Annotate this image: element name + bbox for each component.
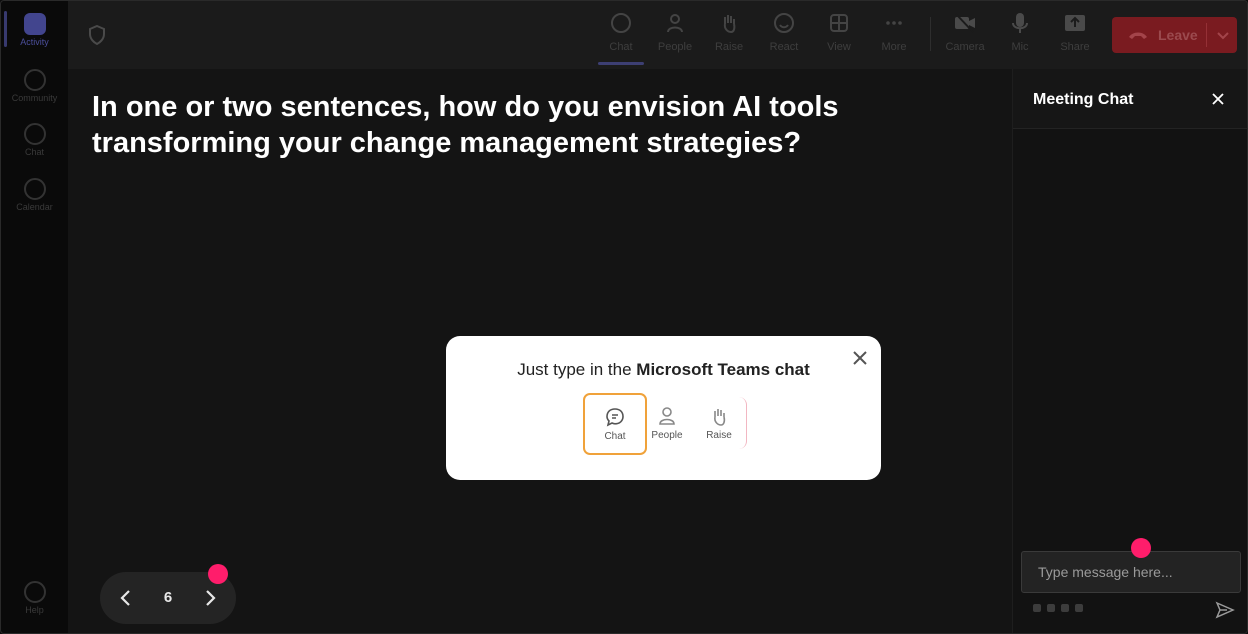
toolbar-divider — [930, 17, 931, 51]
toolbar-label: Camera — [945, 41, 985, 53]
person-icon — [663, 11, 687, 35]
toolbar-raise-button[interactable]: Raise — [704, 11, 754, 61]
rail-item-chat[interactable]: Chat — [1, 123, 68, 157]
toolbar-label: People — [657, 41, 693, 53]
meeting-chat-panel: Meeting Chat Type message here... — [1012, 69, 1247, 633]
hand-icon — [708, 405, 730, 427]
toolbar-label: View — [827, 41, 851, 53]
chat-hint-popup: Just type in the Microsoft Teams chat Ch… — [446, 336, 881, 480]
popup-chat-item: Chat — [583, 393, 647, 455]
popup-item-label: Raise — [706, 430, 732, 441]
toolbar-label: React — [769, 41, 799, 53]
rail-item-label: Calendar — [16, 202, 53, 212]
chat-format-tools — [1033, 604, 1083, 612]
rail-item-community[interactable]: Community — [1, 69, 68, 103]
toolbar-label: Chat — [609, 41, 633, 53]
toolbar-chat-button[interactable]: Chat — [596, 11, 646, 61]
popup-message: Just type in the Microsoft Teams chat — [446, 360, 881, 380]
toolbar-more-button[interactable]: More — [869, 11, 919, 61]
toolbar-react-button[interactable]: React — [759, 11, 809, 61]
toolbar-label: Mic — [1011, 41, 1029, 53]
slide-question: In one or two sentences, how do you envi… — [92, 91, 839, 159]
attach-icon[interactable] — [1047, 604, 1055, 612]
shield-icon[interactable] — [88, 25, 106, 45]
cursor-marker — [1131, 538, 1151, 558]
toolbar-people-button[interactable]: People — [650, 11, 700, 61]
popup-toolbar-preview: Chat People Raise — [583, 393, 747, 455]
chat-bubble-icon — [604, 406, 626, 428]
calendar-icon — [23, 178, 46, 200]
rail-item-label: Chat — [24, 147, 44, 157]
leave-label: Leave — [1158, 27, 1198, 43]
toolbar-label: Share — [1060, 41, 1090, 53]
community-icon — [23, 69, 46, 91]
help-icon — [23, 581, 46, 603]
hand-icon — [717, 11, 741, 35]
camera-off-icon — [953, 11, 977, 35]
toolbar-label: More — [881, 41, 907, 53]
more-dots-icon — [882, 11, 906, 35]
chevron-down-icon[interactable] — [1216, 28, 1230, 42]
chat-title: Meeting Chat — [1033, 91, 1134, 108]
rail-item-label: Community — [11, 93, 58, 103]
chat-bubble-icon — [609, 11, 633, 35]
bell-icon — [23, 13, 46, 35]
teams-meeting-window: Activity Community Chat Calendar Help Ch… — [0, 0, 1248, 634]
mic-icon — [1008, 11, 1032, 35]
rail-item-calendar[interactable]: Calendar — [1, 178, 68, 212]
cursor-marker — [208, 564, 228, 584]
leave-divider — [1206, 23, 1207, 47]
popup-message-prefix: Just type in the — [517, 360, 637, 379]
left-rail: Activity Community Chat Calendar Help — [1, 1, 68, 633]
popup-message-bold: Microsoft Teams chat — [636, 360, 810, 379]
send-icon[interactable] — [1215, 601, 1235, 619]
chevron-right-icon[interactable] — [200, 588, 220, 608]
leave-button[interactable]: Leave — [1112, 17, 1237, 53]
grid-icon — [827, 11, 851, 35]
chevron-left-icon[interactable] — [116, 588, 136, 608]
emoji-icon[interactable] — [1061, 604, 1069, 612]
toolbar-active-indicator — [598, 62, 644, 65]
popup-item-label: Chat — [604, 431, 626, 442]
smiley-icon — [772, 11, 796, 35]
gif-icon[interactable] — [1075, 604, 1083, 612]
toolbar-mic-button[interactable]: Mic — [995, 11, 1045, 61]
share-icon — [1063, 11, 1087, 35]
chat-message-input[interactable]: Type message here... — [1021, 551, 1241, 593]
rail-item-label: Activity — [20, 37, 49, 47]
toolbar-label: Raise — [714, 41, 744, 53]
slide-number: 6 — [163, 589, 173, 606]
chat-icon — [23, 123, 46, 145]
toolbar-share-button[interactable]: Share — [1050, 11, 1100, 61]
close-icon[interactable] — [1211, 92, 1225, 106]
toolbar-camera-button[interactable]: Camera — [940, 11, 990, 61]
rail-item-activity[interactable]: Activity — [1, 13, 68, 47]
person-icon — [656, 405, 678, 427]
popup-people-item: People — [641, 393, 693, 453]
popup-preview-edge — [739, 397, 747, 449]
toolbar-view-button[interactable]: View — [814, 11, 864, 61]
rail-item-help[interactable]: Help — [1, 581, 68, 615]
popup-raise-item: Raise — [693, 393, 745, 453]
rail-item-label: Help — [25, 605, 44, 615]
meeting-toolbar: Chat People Raise React View More Camera… — [68, 1, 1247, 69]
hang-up-icon — [1129, 32, 1147, 39]
format-icon[interactable] — [1033, 604, 1041, 612]
popup-item-label: People — [651, 430, 683, 441]
chat-header: Meeting Chat — [1013, 69, 1247, 129]
